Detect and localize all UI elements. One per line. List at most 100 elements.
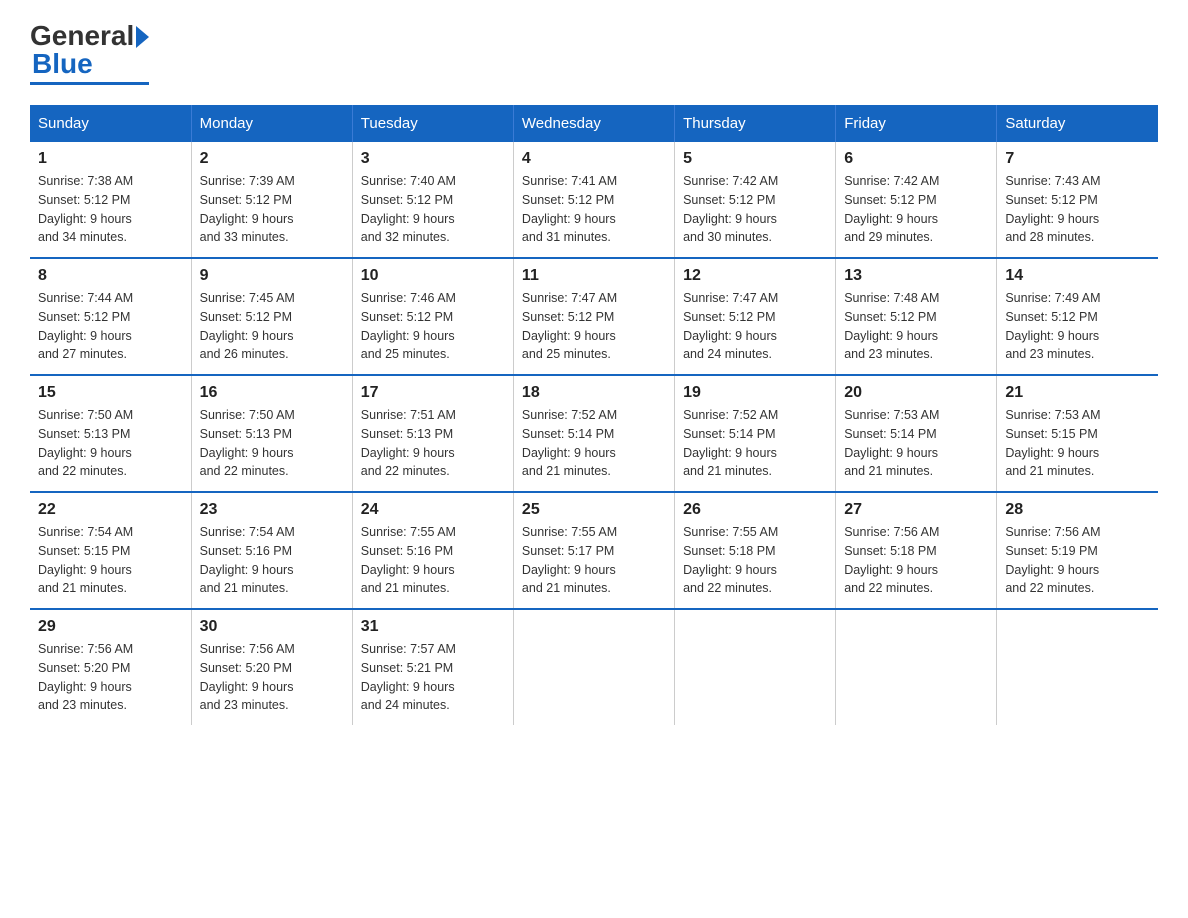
day-info: Sunrise: 7:51 AMSunset: 5:13 PMDaylight:… [361, 406, 505, 481]
day-cell: 23 Sunrise: 7:54 AMSunset: 5:16 PMDayligh… [191, 492, 352, 609]
day-number: 16 [200, 384, 344, 402]
day-number: 27 [844, 501, 988, 519]
calendar-body: 1 Sunrise: 7:38 AMSunset: 5:12 PMDaylight… [30, 142, 1158, 725]
day-cell: 17Sunrise: 7:51 AMSunset: 5:13 PMDayligh… [352, 375, 513, 492]
day-number: 7 [1005, 150, 1150, 168]
day-info: Sunrise: 7:42 AMSunset: 5:12 PMDaylight:… [683, 172, 827, 247]
day-info: Sunrise: 7:55 AMSunset: 5:17 PMDaylight:… [522, 523, 666, 598]
day-info: Sunrise: 7:43 AMSunset: 5:12 PMDaylight:… [1005, 172, 1150, 247]
day-info: Sunrise: 7:56 AMSunset: 5:18 PMDaylight:… [844, 523, 988, 598]
day-info: Sunrise: 7:47 AMSunset: 5:12 PMDaylight:… [522, 289, 666, 364]
day-number: 18 [522, 384, 666, 402]
day-cell [997, 609, 1158, 725]
day-cell: 14 Sunrise: 7:49 AMSunset: 5:12 PMDayligh… [997, 258, 1158, 375]
day-info: Sunrise: 7:54 AMSunset: 5:16 PMDaylight:… [200, 523, 344, 598]
day-number: 29 [38, 618, 183, 636]
day-cell: 16 Sunrise: 7:50 AMSunset: 5:13 PMDayligh… [191, 375, 352, 492]
day-cell: 25 Sunrise: 7:55 AMSunset: 5:17 PMDayligh… [513, 492, 674, 609]
day-number: 6 [844, 150, 988, 168]
calendar-header-row: SundayMondayTuesdayWednesdayThursdayFrid… [30, 105, 1158, 142]
day-number: 24 [361, 501, 505, 519]
day-info: Sunrise: 7:46 AMSunset: 5:12 PMDaylight:… [361, 289, 505, 364]
logo: General Blue [30, 20, 149, 85]
day-info: Sunrise: 7:52 AMSunset: 5:14 PMDaylight:… [683, 406, 827, 481]
header-col-saturday: Saturday [997, 105, 1158, 142]
day-cell: 27 Sunrise: 7:56 AMSunset: 5:18 PMDayligh… [836, 492, 997, 609]
week-row-4: 22Sunrise: 7:54 AMSunset: 5:15 PMDayligh… [30, 492, 1158, 609]
day-cell [836, 609, 997, 725]
day-cell [513, 609, 674, 725]
day-cell: 3 Sunrise: 7:40 AMSunset: 5:12 PMDaylight… [352, 142, 513, 258]
day-cell: 13Sunrise: 7:48 AMSunset: 5:12 PMDayligh… [836, 258, 997, 375]
day-number: 13 [844, 267, 988, 285]
day-number: 21 [1005, 384, 1150, 402]
day-cell: 1 Sunrise: 7:38 AMSunset: 5:12 PMDaylight… [30, 142, 191, 258]
day-number: 19 [683, 384, 827, 402]
day-cell: 11 Sunrise: 7:47 AMSunset: 5:12 PMDayligh… [513, 258, 674, 375]
day-info: Sunrise: 7:40 AMSunset: 5:12 PMDaylight:… [361, 172, 505, 247]
day-info: Sunrise: 7:50 AMSunset: 5:13 PMDaylight:… [200, 406, 344, 481]
day-number: 25 [522, 501, 666, 519]
day-number: 11 [522, 267, 666, 285]
logo-blue-text: Blue [32, 48, 93, 80]
day-cell: 20 Sunrise: 7:53 AMSunset: 5:14 PMDayligh… [836, 375, 997, 492]
day-cell: 8 Sunrise: 7:44 AMSunset: 5:12 PMDaylight… [30, 258, 191, 375]
day-info: Sunrise: 7:49 AMSunset: 5:12 PMDaylight:… [1005, 289, 1150, 364]
day-cell: 21 Sunrise: 7:53 AMSunset: 5:15 PMDayligh… [997, 375, 1158, 492]
day-info: Sunrise: 7:53 AMSunset: 5:15 PMDaylight:… [1005, 406, 1150, 481]
day-info: Sunrise: 7:42 AMSunset: 5:12 PMDaylight:… [844, 172, 988, 247]
header-col-friday: Friday [836, 105, 997, 142]
day-number: 23 [200, 501, 344, 519]
day-info: Sunrise: 7:39 AMSunset: 5:12 PMDaylight:… [200, 172, 344, 247]
day-cell: 29 Sunrise: 7:56 AMSunset: 5:20 PMDayligh… [30, 609, 191, 725]
header-col-monday: Monday [191, 105, 352, 142]
day-cell: 7 Sunrise: 7:43 AMSunset: 5:12 PMDaylight… [997, 142, 1158, 258]
page-header: General Blue [30, 20, 1158, 85]
day-number: 14 [1005, 267, 1150, 285]
week-row-5: 29 Sunrise: 7:56 AMSunset: 5:20 PMDayligh… [30, 609, 1158, 725]
day-number: 31 [361, 618, 505, 636]
day-cell: 26 Sunrise: 7:55 AMSunset: 5:18 PMDayligh… [675, 492, 836, 609]
day-info: Sunrise: 7:56 AMSunset: 5:20 PMDaylight:… [38, 640, 183, 715]
day-info: Sunrise: 7:56 AMSunset: 5:20 PMDaylight:… [200, 640, 344, 715]
day-cell: 19 Sunrise: 7:52 AMSunset: 5:14 PMDayligh… [675, 375, 836, 492]
logo-underline [30, 82, 149, 85]
day-info: Sunrise: 7:56 AMSunset: 5:19 PMDaylight:… [1005, 523, 1150, 598]
day-info: Sunrise: 7:55 AMSunset: 5:16 PMDaylight:… [361, 523, 505, 598]
day-number: 1 [38, 150, 183, 168]
day-number: 8 [38, 267, 183, 285]
day-info: Sunrise: 7:38 AMSunset: 5:12 PMDaylight:… [38, 172, 183, 247]
day-number: 15 [38, 384, 183, 402]
day-number: 28 [1005, 501, 1150, 519]
header-col-sunday: Sunday [30, 105, 191, 142]
day-info: Sunrise: 7:57 AMSunset: 5:21 PMDaylight:… [361, 640, 505, 715]
day-cell: 12 Sunrise: 7:47 AMSunset: 5:12 PMDayligh… [675, 258, 836, 375]
day-number: 5 [683, 150, 827, 168]
day-info: Sunrise: 7:50 AMSunset: 5:13 PMDaylight:… [38, 406, 183, 481]
day-cell: 30 Sunrise: 7:56 AMSunset: 5:20 PMDayligh… [191, 609, 352, 725]
week-row-2: 8 Sunrise: 7:44 AMSunset: 5:12 PMDaylight… [30, 258, 1158, 375]
day-cell: 9Sunrise: 7:45 AMSunset: 5:12 PMDaylight… [191, 258, 352, 375]
day-cell: 31 Sunrise: 7:57 AMSunset: 5:21 PMDayligh… [352, 609, 513, 725]
day-cell: 4Sunrise: 7:41 AMSunset: 5:12 PMDaylight… [513, 142, 674, 258]
day-info: Sunrise: 7:55 AMSunset: 5:18 PMDaylight:… [683, 523, 827, 598]
day-info: Sunrise: 7:47 AMSunset: 5:12 PMDaylight:… [683, 289, 827, 364]
day-number: 26 [683, 501, 827, 519]
week-row-1: 1 Sunrise: 7:38 AMSunset: 5:12 PMDaylight… [30, 142, 1158, 258]
day-number: 12 [683, 267, 827, 285]
day-number: 30 [200, 618, 344, 636]
day-cell: 10 Sunrise: 7:46 AMSunset: 5:12 PMDayligh… [352, 258, 513, 375]
day-cell: 22Sunrise: 7:54 AMSunset: 5:15 PMDayligh… [30, 492, 191, 609]
day-number: 2 [200, 150, 344, 168]
day-cell: 6 Sunrise: 7:42 AMSunset: 5:12 PMDaylight… [836, 142, 997, 258]
day-info: Sunrise: 7:53 AMSunset: 5:14 PMDaylight:… [844, 406, 988, 481]
day-cell: 5 Sunrise: 7:42 AMSunset: 5:12 PMDaylight… [675, 142, 836, 258]
day-info: Sunrise: 7:44 AMSunset: 5:12 PMDaylight:… [38, 289, 183, 364]
day-number: 10 [361, 267, 505, 285]
day-number: 3 [361, 150, 505, 168]
day-number: 20 [844, 384, 988, 402]
header-col-tuesday: Tuesday [352, 105, 513, 142]
logo-triangle-icon [136, 26, 149, 48]
day-cell: 18Sunrise: 7:52 AMSunset: 5:14 PMDayligh… [513, 375, 674, 492]
header-col-wednesday: Wednesday [513, 105, 674, 142]
